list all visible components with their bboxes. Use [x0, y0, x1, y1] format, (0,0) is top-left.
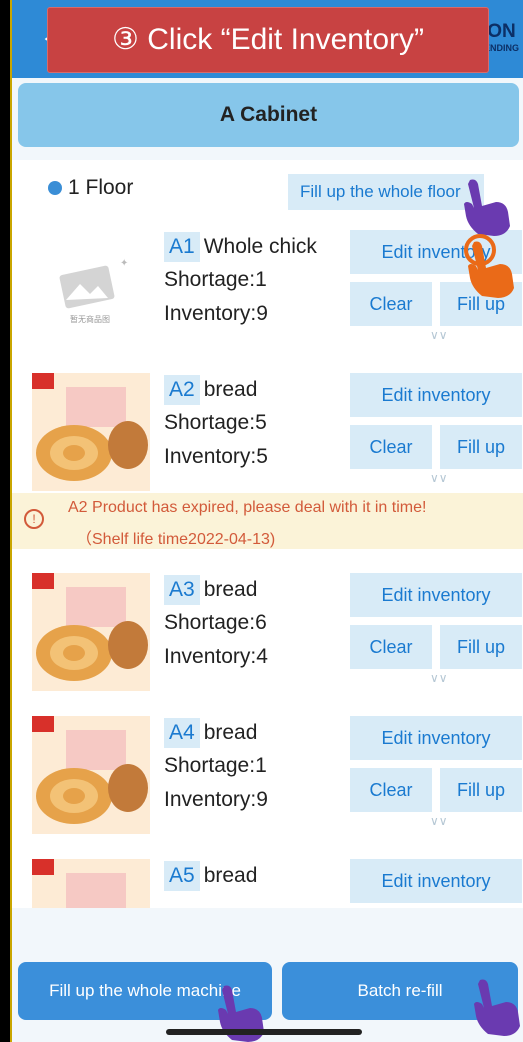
- tap-hand-icon: [474, 979, 520, 1036]
- bread-image: [32, 373, 150, 491]
- tap-hand-icon: [464, 179, 510, 236]
- app-screen: ← ONENDING ③ Click “Edit Inventory” A Ca…: [10, 0, 523, 1042]
- bread-image: [32, 716, 150, 834]
- item-title: bread: [203, 721, 258, 744]
- cabinet-header: A Cabinet: [18, 83, 519, 147]
- edit-inventory-button[interactable]: Edit inventory: [350, 859, 522, 903]
- fill-floor-button[interactable]: Fill up the whole floor: [288, 174, 484, 210]
- brand-main: ON: [487, 21, 516, 42]
- floor-label: 1 Floor: [68, 176, 134, 199]
- clear-button[interactable]: Clear: [350, 425, 432, 469]
- item-title: bread: [203, 864, 258, 887]
- bread-image: [32, 573, 150, 691]
- clear-button[interactable]: Clear: [350, 625, 432, 669]
- item-name: A4 bread: [164, 718, 257, 748]
- edit-inventory-button[interactable]: Edit inventory: [350, 716, 522, 760]
- item-name: A1 Whole chick: [164, 232, 317, 262]
- item-inventory: Inventory:4: [164, 645, 268, 668]
- list-item: A3 bread Shortage:6 Inventory:4 Edit inve…: [12, 573, 523, 703]
- alert-message: A2 Product has expired, please deal with…: [68, 499, 427, 516]
- chevron-down-icon[interactable]: ∨∨: [430, 671, 448, 685]
- home-indicator: [166, 1029, 362, 1035]
- bread-image: [32, 859, 150, 908]
- item-code: A4: [164, 718, 200, 748]
- item-shortage: Shortage:1: [164, 268, 267, 291]
- item-inventory: Inventory:9: [164, 788, 268, 811]
- radio-dot-icon: [48, 181, 62, 196]
- item-title: Whole chick: [203, 235, 317, 258]
- edit-inventory-button[interactable]: Edit inventory: [350, 573, 522, 617]
- instruction-callout: ③ Click “Edit Inventory”: [48, 8, 488, 72]
- svg-text:✦: ✦: [120, 258, 128, 269]
- brand-sub: ENDING: [483, 43, 519, 53]
- item-shortage: Shortage:6: [164, 611, 267, 634]
- warning-icon: !: [24, 509, 44, 529]
- expiry-alert: ! A2 Product has expired, please deal wi…: [12, 493, 523, 549]
- tap-hand-icon: [464, 234, 514, 298]
- item-name: A3 bread: [164, 575, 257, 605]
- item-title: bread: [203, 378, 258, 401]
- fill-up-button[interactable]: Fill up: [440, 625, 522, 669]
- item-name: A2 bread: [164, 375, 257, 405]
- cabinet-content: 1 Floor Fill up the whole floor ✦ 暂无商品图 …: [12, 160, 523, 908]
- item-code: A3: [164, 575, 200, 605]
- list-item: A4 bread Shortage:1 Inventory:9 Edit inve…: [12, 716, 523, 846]
- item-code: A2: [164, 375, 200, 405]
- thumb-caption: 暂无商品图: [70, 314, 110, 324]
- floor-radio[interactable]: 1 Floor: [48, 176, 133, 200]
- item-name: A5 bread: [164, 861, 257, 891]
- placeholder-image-icon: ✦ 暂无商品图: [32, 230, 150, 348]
- list-item: ✦ 暂无商品图 A1 Whole chick Shortage:1 Invento…: [12, 230, 523, 360]
- edit-inventory-button[interactable]: Edit inventory: [350, 373, 522, 417]
- list-item: A5 bread Edit inventory: [12, 859, 523, 908]
- alert-shelf-life: （Shelf life time2022-04-13): [76, 531, 276, 548]
- list-item: A2 bread Shortage:5 Inventory:5 Edit inve…: [12, 373, 523, 503]
- item-code: A5: [164, 861, 200, 891]
- item-title: bread: [203, 578, 258, 601]
- brand-logo: ON ENDING: [483, 21, 519, 56]
- item-inventory: Inventory:5: [164, 445, 268, 468]
- fill-up-button[interactable]: Fill up: [440, 425, 522, 469]
- item-shortage: Shortage:5: [164, 411, 267, 434]
- clear-button[interactable]: Clear: [350, 282, 432, 326]
- chevron-down-icon[interactable]: ∨∨: [430, 814, 448, 828]
- fill-up-button[interactable]: Fill up: [440, 768, 522, 812]
- chevron-down-icon[interactable]: ∨∨: [430, 328, 448, 342]
- item-inventory: Inventory:9: [164, 302, 268, 325]
- clear-button[interactable]: Clear: [350, 768, 432, 812]
- chevron-down-icon[interactable]: ∨∨: [430, 471, 448, 485]
- item-code: A1: [164, 232, 200, 262]
- item-shortage: Shortage:1: [164, 754, 267, 777]
